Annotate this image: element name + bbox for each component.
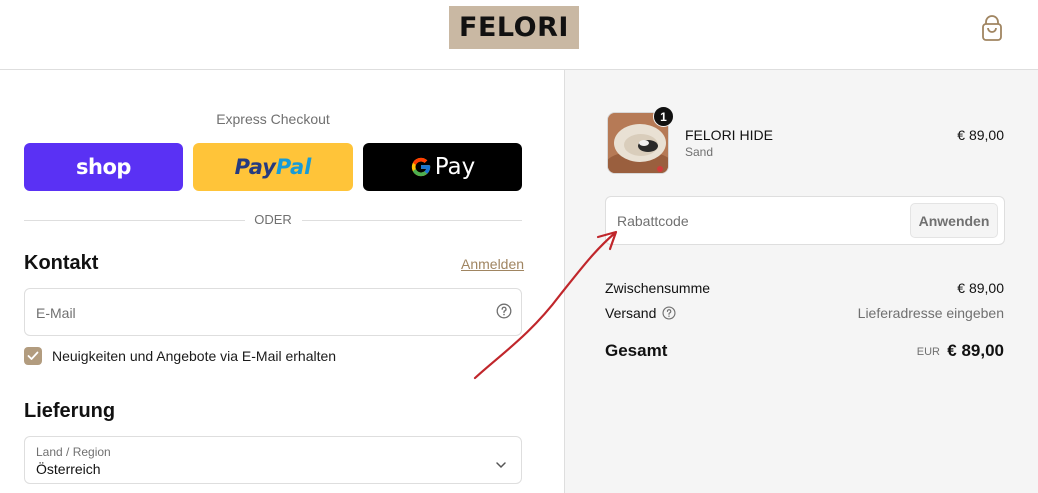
express-checkout-title: Express Checkout [216,111,330,127]
newsletter-checkbox[interactable] [24,347,42,365]
google-g-icon [411,157,430,177]
delivery-heading: Lieferung [24,400,116,422]
shipping-help-icon[interactable] [662,306,676,320]
store-logo[interactable]: FELORI [449,6,579,49]
contact-heading: Kontakt [24,252,99,274]
shipping-row-label: Versand [605,305,676,321]
checkout-form-panel: Express Checkout shop Pay Pal Pay ODER Ko… [0,70,564,493]
quantity-badge: 1 [653,106,674,127]
shop-pay-label: shop [76,155,131,179]
paypal-label-pal: Pal [275,155,312,179]
checkmark-icon [27,351,39,360]
subtotal-value: € 89,00 [957,280,1004,296]
login-link[interactable]: Anmelden [461,256,524,272]
google-pay-button[interactable]: Pay [363,143,522,191]
product-variant: Sand [685,145,714,159]
total-currency: EUR [916,346,940,358]
newsletter-checkbox-row[interactable]: Neuigkeiten und Angebote via E-Mail erha… [24,347,336,365]
country-select[interactable]: Land / Region Österreich [24,436,522,484]
shipping-value: Lieferadresse eingeben [857,305,1004,321]
shopping-bag-icon[interactable] [978,14,1006,44]
email-placeholder: E-Mail [36,305,76,321]
total-value: € 89,00 [947,341,1004,360]
newsletter-label: Neuigkeiten und Angebote via E-Mail erha… [52,348,337,364]
country-select-label: Land / Region [36,445,111,459]
paypal-button[interactable]: Pay Pal [193,143,353,191]
country-select-value: Österreich [36,461,101,477]
total-label: Gesamt [605,341,668,360]
help-circle-icon[interactable] [496,303,512,319]
product-price: € 89,00 [957,127,1004,143]
or-divider-text: ODER [246,212,300,227]
discount-code-field[interactable]: Rabattcode Anwenden [605,196,1005,245]
shipping-label: Versand [605,305,657,321]
chevron-down-icon [495,456,507,469]
email-field[interactable]: E-Mail [24,288,522,336]
order-summary-panel: 1 FELORI HIDE Sand € 89,00 Rabattcode An… [564,70,1038,493]
site-header: FELORI [0,0,1038,70]
paypal-label-pay: Pay [234,155,276,179]
or-divider: ODER [24,211,522,229]
discount-placeholder: Rabattcode [617,213,689,229]
shop-pay-button[interactable]: shop [24,143,183,191]
google-pay-label: Pay [434,154,476,180]
product-name: FELORI HIDE [685,127,773,143]
subtotal-label: Zwischensumme [605,280,711,296]
apply-discount-button[interactable]: Anwenden [910,203,998,238]
